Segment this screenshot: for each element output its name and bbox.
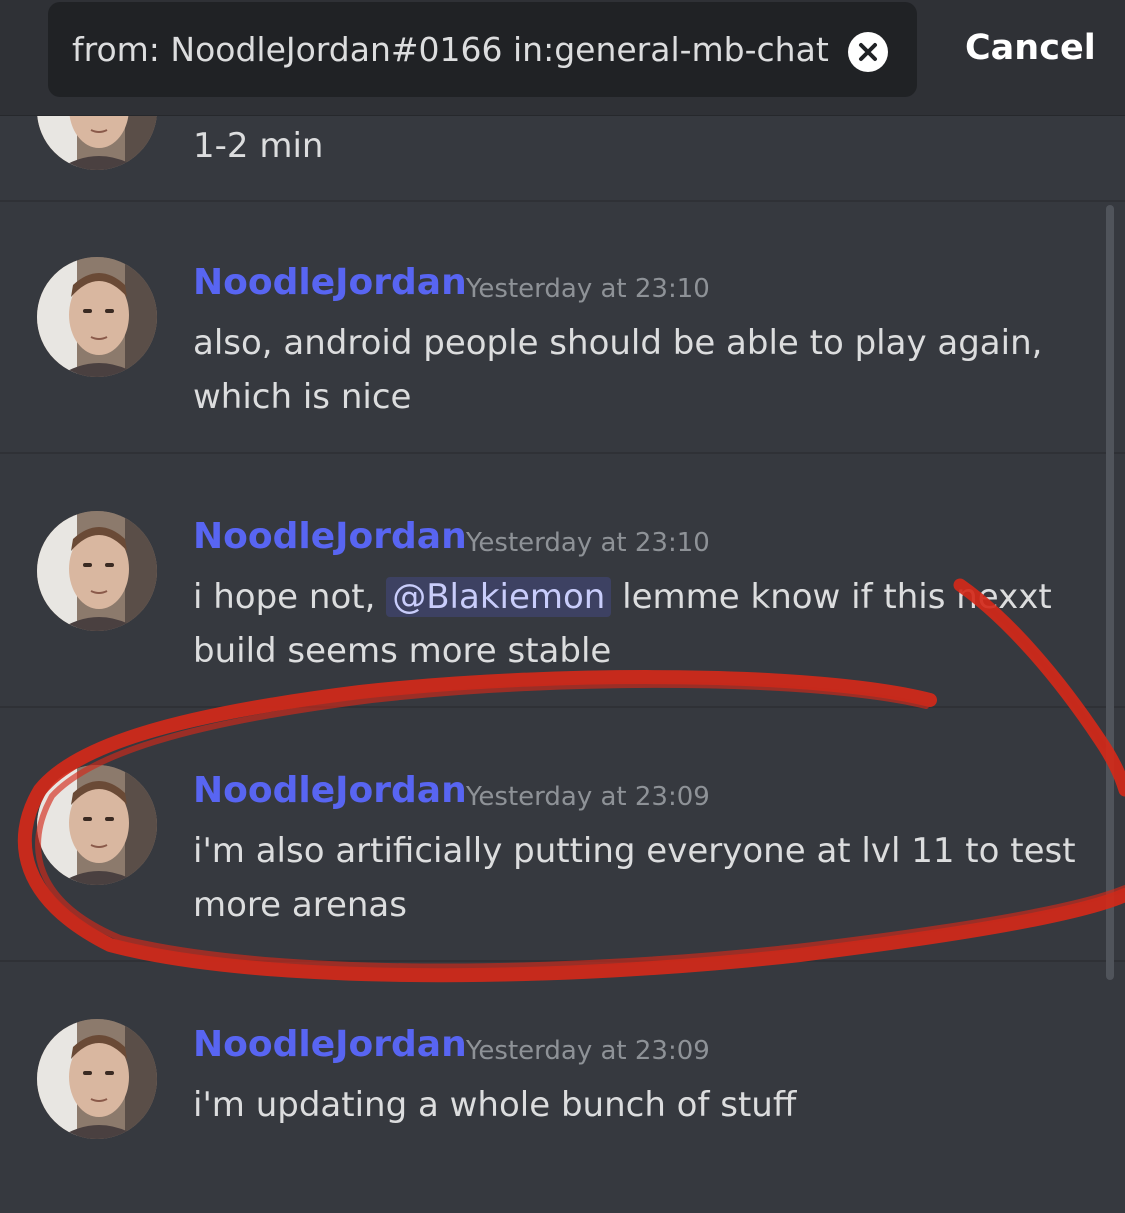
scrollbar[interactable] xyxy=(1106,205,1114,980)
search-query-text: from: NoodleJordan#0166 in:general-mb-ch… xyxy=(72,30,829,69)
message-text-segment: i hope not, xyxy=(193,577,376,617)
timestamp: Yesterday at 23:09 xyxy=(466,1036,710,1066)
timestamp: Yesterday at 23:09 xyxy=(466,782,710,812)
message-text: i'm updating a whole bunch of stuff xyxy=(193,1078,1083,1132)
clear-search-button[interactable] xyxy=(848,32,888,72)
avatar[interactable] xyxy=(37,115,157,170)
message-line: i hope not, @Blakiemon lemme know if thi… xyxy=(193,570,1083,624)
list-item[interactable]: NoodleJordan Yesterday at 23:09 i'm also… xyxy=(0,710,1125,962)
avatar[interactable] xyxy=(37,511,157,631)
message-line: more arenas xyxy=(193,885,407,925)
search-header: from: NoodleJordan#0166 in:general-mb-ch… xyxy=(0,0,1125,116)
message-text: 1-2 min xyxy=(193,126,324,166)
message-line: build seems more stable xyxy=(193,631,612,671)
message-text: i'm also artificially putting everyone a… xyxy=(193,824,1083,932)
avatar[interactable] xyxy=(37,257,157,377)
user-mention[interactable]: @Blakiemon xyxy=(386,577,612,617)
search-results-screen: from: NoodleJordan#0166 in:general-mb-ch… xyxy=(0,0,1125,1213)
message-text: i hope not, @Blakiemon lemme know if thi… xyxy=(193,570,1083,678)
message-list[interactable]: 1-2 min NoodleJordan Yesterday at 23:10 xyxy=(0,115,1125,1213)
list-item[interactable]: 1-2 min xyxy=(0,115,1125,202)
cancel-button[interactable]: Cancel xyxy=(965,28,1096,68)
list-item[interactable]: NoodleJordan Yesterday at 23:10 also, an… xyxy=(0,202,1125,454)
username[interactable]: NoodleJordan xyxy=(193,516,467,557)
message-text: also, android people should be able to p… xyxy=(193,316,1083,424)
timestamp: Yesterday at 23:10 xyxy=(466,274,710,304)
message-line: i'm also artificially putting everyone a… xyxy=(193,831,1076,871)
close-icon xyxy=(859,43,877,61)
message-line: i'm updating a whole bunch of stuff xyxy=(193,1085,797,1125)
username[interactable]: NoodleJordan xyxy=(193,262,467,303)
username[interactable]: NoodleJordan xyxy=(193,770,467,811)
message-text-segment: lemme know if this nexxt xyxy=(622,577,1052,617)
search-input[interactable]: from: NoodleJordan#0166 in:general-mb-ch… xyxy=(48,2,917,97)
timestamp: Yesterday at 23:10 xyxy=(466,528,710,558)
list-item[interactable]: NoodleJordan Yesterday at 23:10 i hope n… xyxy=(0,456,1125,708)
username[interactable]: NoodleJordan xyxy=(193,1024,467,1065)
avatar[interactable] xyxy=(37,1019,157,1139)
message-line: which is nice xyxy=(193,377,412,417)
avatar[interactable] xyxy=(37,765,157,885)
message-line: also, android people should be able to p… xyxy=(193,323,1043,363)
list-item[interactable]: NoodleJordan Yesterday at 23:09 i'm upda… xyxy=(0,964,1125,1213)
